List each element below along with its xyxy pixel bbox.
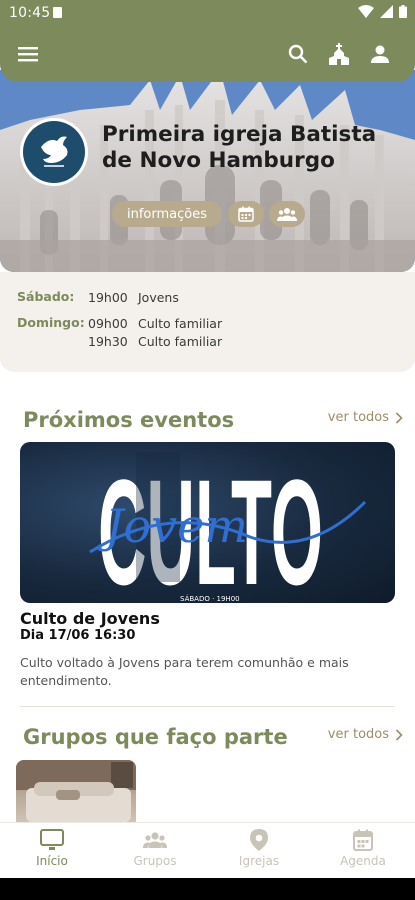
- banner-small-text: SÁBADO · 19H00: [180, 594, 240, 603]
- groups-see-all-link[interactable]: ver todos: [328, 727, 403, 742]
- search-button[interactable]: [280, 36, 316, 72]
- schedule-time: 09h00: [88, 316, 128, 331]
- signal-icon: [380, 5, 393, 18]
- profile-button[interactable]: [362, 36, 398, 72]
- nav-label: Agenda: [340, 854, 386, 868]
- schedule-label: Culto familiar: [138, 316, 223, 331]
- event-description: Culto voltado à Jovens para terem comunh…: [20, 655, 349, 688]
- person-icon: [371, 45, 389, 63]
- calendar-button[interactable]: [228, 201, 264, 227]
- sd-card-icon: [53, 7, 62, 18]
- schedule-time: 19h00: [88, 290, 128, 305]
- nav-label: Grupos: [133, 854, 177, 868]
- groups-section-title: Grupos que faço parte: [23, 725, 288, 749]
- dove-icon: [41, 136, 68, 167]
- events-section-title: Próximos eventos: [23, 408, 235, 432]
- schedule-day: Domingo:: [17, 315, 85, 330]
- see-all-label: ver todos: [327, 727, 389, 742]
- calendar-icon: [238, 206, 254, 222]
- church-name: Primeira igreja Batista de Novo Hamburgo: [102, 122, 377, 173]
- church-icon: [329, 43, 349, 65]
- app-bar: [0, 26, 415, 82]
- service-schedule: Sábado: 19h00 Jovens Domingo: 09h00 Cult…: [0, 272, 415, 372]
- status-bar: 10:45: [0, 0, 415, 26]
- nav-label: Igrejas: [238, 854, 280, 868]
- system-navigation-bar: [0, 878, 415, 900]
- church-logo: [20, 118, 88, 186]
- chevron-right-icon: [395, 411, 403, 424]
- groups-icon: [143, 832, 167, 848]
- nav-item-inicio[interactable]: Início: [12, 829, 92, 868]
- schedule-time: 19h30: [88, 334, 128, 349]
- search-icon: [288, 44, 308, 64]
- schedule-day: Sábado:: [17, 289, 75, 304]
- events-see-all-link[interactable]: ver todos: [328, 410, 403, 425]
- tv-icon: [40, 829, 64, 850]
- banner-script: Jovem: [97, 499, 248, 553]
- groups-icon: [277, 208, 297, 221]
- status-time: 10:45: [9, 5, 51, 21]
- section-divider: [20, 706, 395, 707]
- location-pin-icon: [250, 829, 268, 851]
- info-button[interactable]: informações: [112, 201, 222, 227]
- nav-item-grupos[interactable]: Grupos: [115, 829, 195, 868]
- status-icons: [358, 5, 407, 18]
- battery-icon: [399, 5, 407, 18]
- event-date: Dia 17/06 16:30: [20, 628, 136, 643]
- nav-label: Início: [36, 854, 68, 868]
- schedule-label: Jovens: [138, 290, 179, 305]
- nav-item-igrejas[interactable]: Igrejas: [219, 829, 299, 868]
- church-button[interactable]: [321, 36, 357, 72]
- schedule-label: Culto familiar: [138, 334, 223, 349]
- event-banner-art: CULTO Jovem SÁBADO · 19H00: [89, 448, 367, 603]
- group-card-image[interactable]: [16, 760, 136, 822]
- menu-button[interactable]: [10, 36, 46, 72]
- nav-item-agenda[interactable]: Agenda: [323, 829, 403, 868]
- hamburger-icon: [18, 47, 38, 62]
- chevron-right-icon: [395, 728, 403, 741]
- wifi-icon: [358, 5, 374, 18]
- calendar-icon: [353, 829, 373, 851]
- bottom-navigation: Início Grupos Igrejas Agenda: [0, 822, 415, 879]
- group-photo: [16, 760, 136, 822]
- see-all-label: ver todos: [327, 410, 389, 425]
- info-button-label: informações: [127, 206, 207, 222]
- event-banner[interactable]: CULTO Jovem SÁBADO · 19H00: [20, 442, 395, 603]
- groups-button[interactable]: [269, 201, 305, 227]
- event-title[interactable]: Culto de Jovens: [20, 609, 160, 628]
